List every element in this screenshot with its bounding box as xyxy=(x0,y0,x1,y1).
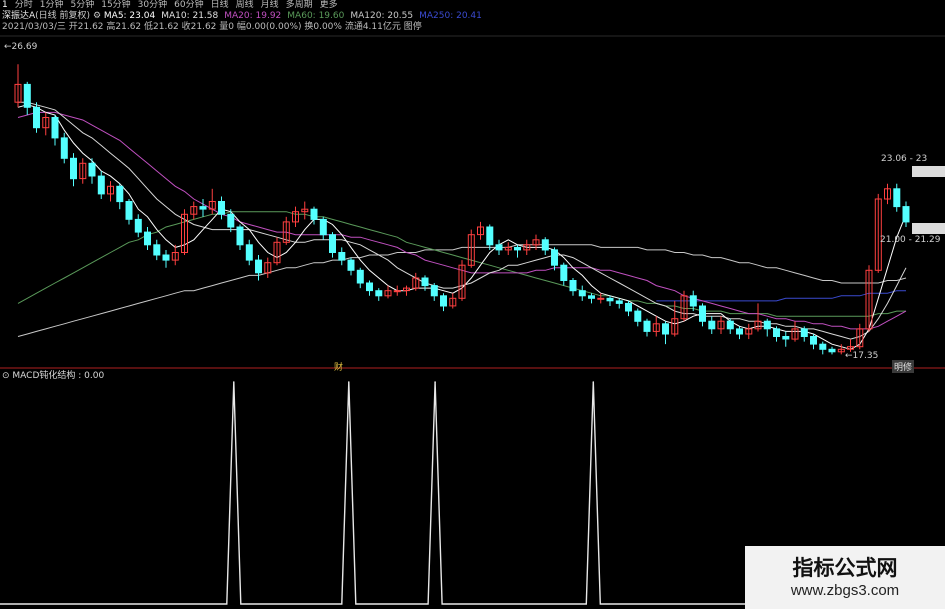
candle-body xyxy=(88,162,96,177)
candle-body xyxy=(643,320,651,332)
price-box-upper xyxy=(912,166,945,177)
candle-body xyxy=(569,280,577,292)
ma5-line xyxy=(17,104,907,350)
candle-body xyxy=(255,259,262,274)
candle-body xyxy=(23,83,31,108)
macd-spike-point xyxy=(348,381,350,383)
candle-body xyxy=(227,213,235,228)
candle-body xyxy=(33,106,40,129)
candle-body xyxy=(199,206,207,210)
candle-body xyxy=(430,285,438,297)
candle-body xyxy=(541,239,549,251)
candle-body xyxy=(310,208,318,220)
candle-body xyxy=(125,201,133,220)
candle-body xyxy=(338,252,346,261)
candle-body xyxy=(578,290,586,297)
watermark: 指标公式网 www.zbgs3.com xyxy=(745,546,945,609)
candle-body xyxy=(828,348,836,353)
price-lower-label: 21.00 - 21.29 xyxy=(880,235,941,245)
candle-body xyxy=(153,244,161,256)
candle-body xyxy=(782,336,790,340)
candle-body xyxy=(634,310,642,322)
candle-body xyxy=(51,117,59,139)
candle-body xyxy=(773,328,780,337)
candle-body xyxy=(708,320,716,330)
price-upper-label: 23.06 - 23 xyxy=(881,154,928,164)
candle-body xyxy=(699,305,706,322)
ma10-line xyxy=(18,101,907,340)
event-marker-left[interactable]: 财 xyxy=(334,360,343,373)
candle-body xyxy=(514,246,521,251)
candle-body xyxy=(134,218,142,233)
indicator-title: ⊙ MACD钝化结构 : 0.00 xyxy=(2,371,105,381)
candle-body xyxy=(440,295,447,307)
candle-body xyxy=(597,297,605,300)
candle-body xyxy=(810,336,817,345)
candle-body xyxy=(356,269,364,284)
candle-body xyxy=(902,206,910,223)
candle-body xyxy=(162,254,170,261)
candle-body xyxy=(347,259,355,271)
indicator-icon[interactable]: ⊙ xyxy=(2,371,10,381)
candle-body xyxy=(726,320,734,330)
watermark-title: 指标公式网 xyxy=(792,556,898,580)
event-marker-right[interactable]: 明修 xyxy=(892,360,915,373)
candle-body xyxy=(588,295,595,299)
candle-body xyxy=(393,290,401,293)
candle-body xyxy=(819,343,827,350)
macd-spike-point xyxy=(233,381,235,383)
candle-body xyxy=(800,328,808,337)
candle-body xyxy=(560,264,568,282)
candle-body xyxy=(486,226,494,246)
price-box-lower xyxy=(912,223,945,234)
candle-body xyxy=(606,297,614,302)
candle-body xyxy=(495,244,503,251)
candle-body xyxy=(551,249,558,266)
candle-body xyxy=(218,201,225,215)
candle-body xyxy=(60,137,68,159)
low-price-label: ←17.35 xyxy=(845,351,879,361)
candle-body xyxy=(763,320,771,330)
watermark-url: www.zbgs3.com xyxy=(790,582,900,599)
candle-body xyxy=(893,188,901,208)
candle-body xyxy=(625,302,632,312)
candle-body xyxy=(144,231,151,246)
candle-body xyxy=(236,226,244,246)
candle-body xyxy=(615,300,623,304)
stock-chart xyxy=(0,35,945,605)
macd-spike-point xyxy=(434,381,436,383)
candle-body xyxy=(319,218,327,236)
candle-body xyxy=(97,175,105,195)
candle-body xyxy=(70,157,77,180)
candle-body xyxy=(245,244,253,261)
candle-body xyxy=(366,282,373,292)
candle-body xyxy=(329,234,336,253)
candle-body xyxy=(421,277,429,287)
macd-spike-point xyxy=(592,381,595,383)
candle-body xyxy=(116,185,124,203)
candle-body xyxy=(375,290,383,297)
candle-body xyxy=(689,295,697,307)
high-price-label: ←26.69 xyxy=(4,42,38,52)
candle-body xyxy=(736,328,743,335)
candle-body xyxy=(662,323,669,335)
